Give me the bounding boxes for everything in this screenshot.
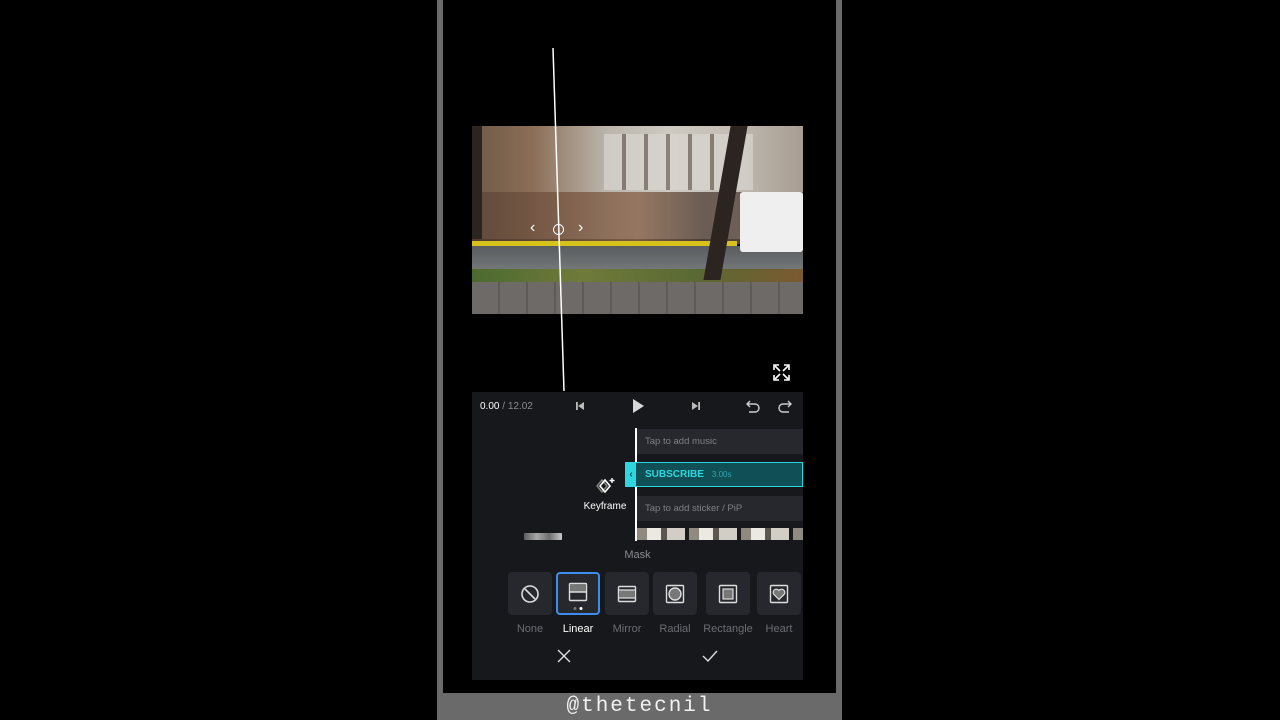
skip-forward-icon[interactable]: [688, 398, 704, 414]
play-icon[interactable]: [629, 397, 647, 415]
text-clip-subscribe[interactable]: ‹ SUBSCRIBE 3.00s: [625, 462, 803, 487]
time-display: 0.00 / 12.02: [480, 401, 533, 412]
keyframe-button[interactable]: Keyframe: [580, 476, 630, 512]
watermark: @thetecnil: [566, 695, 713, 718]
redo-icon[interactable]: [777, 398, 793, 414]
scene-sidewalk: [472, 282, 803, 314]
sticker-track[interactable]: Tap to add sticker / PiP: [637, 496, 803, 521]
mask-option-label: Heart: [765, 623, 793, 635]
mask-option-radial[interactable]: Radial: [653, 572, 697, 635]
close-icon[interactable]: [556, 648, 572, 664]
check-icon[interactable]: [701, 648, 719, 664]
text-clip-duration: 3.00s: [711, 470, 732, 479]
linear-mask-icon: [568, 582, 588, 601]
scene-grass: [472, 268, 803, 283]
heart-mask-icon: [769, 584, 789, 603]
clip-thumbnail: [524, 533, 562, 540]
undo-icon[interactable]: [745, 398, 761, 414]
time-separator: /: [499, 401, 508, 412]
current-time: 0.00: [480, 401, 500, 412]
mask-panel-title: Mask: [624, 549, 651, 561]
scene-tree-left: [472, 126, 482, 239]
mask-rotate-left-icon[interactable]: ‹: [530, 220, 535, 236]
fullscreen-icon[interactable]: [773, 364, 790, 381]
radial-mask-icon: [665, 584, 685, 603]
mask-option-rectangle[interactable]: Rectangle: [703, 572, 753, 635]
sticker-placeholder: Tap to add sticker / PiP: [645, 503, 743, 514]
mirror-mask-icon: [617, 585, 637, 602]
video-filmstrip[interactable]: [637, 528, 803, 540]
skip-back-icon[interactable]: [572, 398, 588, 414]
music-placeholder: Tap to add music: [645, 436, 717, 447]
keyframe-label: Keyframe: [583, 501, 627, 512]
mask-option-linear[interactable]: Linear: [556, 572, 600, 635]
mask-rotate-right-icon[interactable]: ›: [578, 220, 583, 236]
video-preview[interactable]: [472, 126, 803, 314]
text-clip-label: SUBSCRIBE: [645, 469, 704, 480]
music-track[interactable]: Tap to add music: [637, 429, 803, 454]
none-icon: [521, 584, 539, 603]
total-time: 12.02: [507, 401, 533, 412]
page-dots: [573, 607, 583, 610]
keyframe-icon: [596, 478, 615, 494]
rectangle-mask-icon: [718, 584, 738, 603]
mask-center-handle[interactable]: [553, 224, 564, 235]
mask-option-heart[interactable]: Heart: [757, 572, 801, 635]
scene-truck: [740, 191, 803, 252]
